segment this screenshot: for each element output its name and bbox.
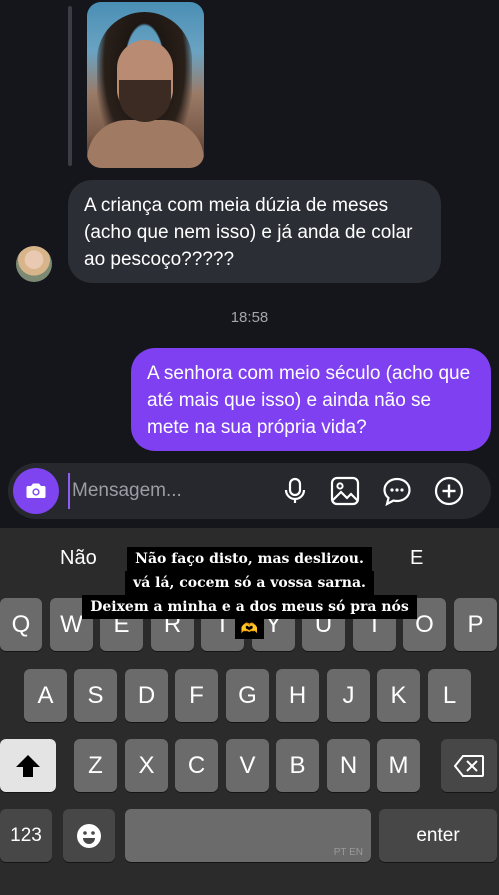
outgoing-message[interactable]: A senhora com meio século (acho que até … xyxy=(131,348,491,451)
shared-photo[interactable] xyxy=(87,2,204,168)
key-k[interactable]: K xyxy=(377,669,420,722)
backspace-icon xyxy=(454,754,484,777)
plus-icon xyxy=(434,476,464,506)
enter-key[interactable]: enter xyxy=(379,809,497,862)
gallery-icon xyxy=(330,476,360,506)
space-key[interactable]: PT EN xyxy=(125,809,371,862)
camera-icon xyxy=(26,483,46,498)
chat-thread: A criança com meia dúzia de meses (acho … xyxy=(0,0,499,528)
plus-button[interactable] xyxy=(432,474,466,508)
backspace-key[interactable] xyxy=(441,739,497,792)
reply-indicator xyxy=(68,6,72,166)
shift-icon xyxy=(16,754,40,777)
keyboard-language-label: PT EN xyxy=(333,847,363,858)
emoji-key[interactable] xyxy=(63,809,115,862)
key-m[interactable]: M xyxy=(377,739,420,792)
key-x[interactable]: X xyxy=(125,739,168,792)
heart-hands-emoji: 🫶 xyxy=(234,619,265,639)
key-j[interactable]: J xyxy=(327,669,370,722)
numbers-key[interactable]: 123 xyxy=(0,809,52,862)
shift-key[interactable] xyxy=(0,739,56,792)
key-b[interactable]: B xyxy=(276,739,319,792)
key-v[interactable]: V xyxy=(226,739,269,792)
message-composer xyxy=(8,463,491,519)
caption-line-2: vá lá, cocem só a vossa sarna. xyxy=(125,571,374,595)
key-c[interactable]: C xyxy=(175,739,218,792)
key-d[interactable]: D xyxy=(125,669,168,722)
message-timestamp: 18:58 xyxy=(230,309,269,326)
key-g[interactable]: G xyxy=(226,669,269,722)
caption-line-3: Deixem a minha e a dos meus só pra nós xyxy=(82,595,417,619)
microphone-button[interactable] xyxy=(278,474,312,508)
story-caption: Não faço disto, mas deslizou. vá lá, coc… xyxy=(0,547,499,639)
key-l[interactable]: L xyxy=(428,669,471,722)
key-z[interactable]: Z xyxy=(74,739,117,792)
gallery-button[interactable] xyxy=(328,474,362,508)
caption-line-1: Não faço disto, mas deslizou. xyxy=(127,547,372,571)
message-input[interactable] xyxy=(68,473,268,509)
key-s[interactable]: S xyxy=(74,669,117,722)
sticker-icon xyxy=(383,477,411,506)
incoming-message[interactable]: A criança com meia dúzia de meses (acho … xyxy=(68,180,441,283)
avatar[interactable] xyxy=(16,246,52,282)
key-f[interactable]: F xyxy=(175,669,218,722)
emoji-icon xyxy=(77,823,101,848)
key-n[interactable]: N xyxy=(327,739,370,792)
camera-button[interactable] xyxy=(13,468,59,514)
key-a[interactable]: A xyxy=(24,669,67,722)
sticker-button[interactable] xyxy=(380,474,414,508)
key-h[interactable]: H xyxy=(276,669,319,722)
microphone-icon xyxy=(284,477,306,503)
